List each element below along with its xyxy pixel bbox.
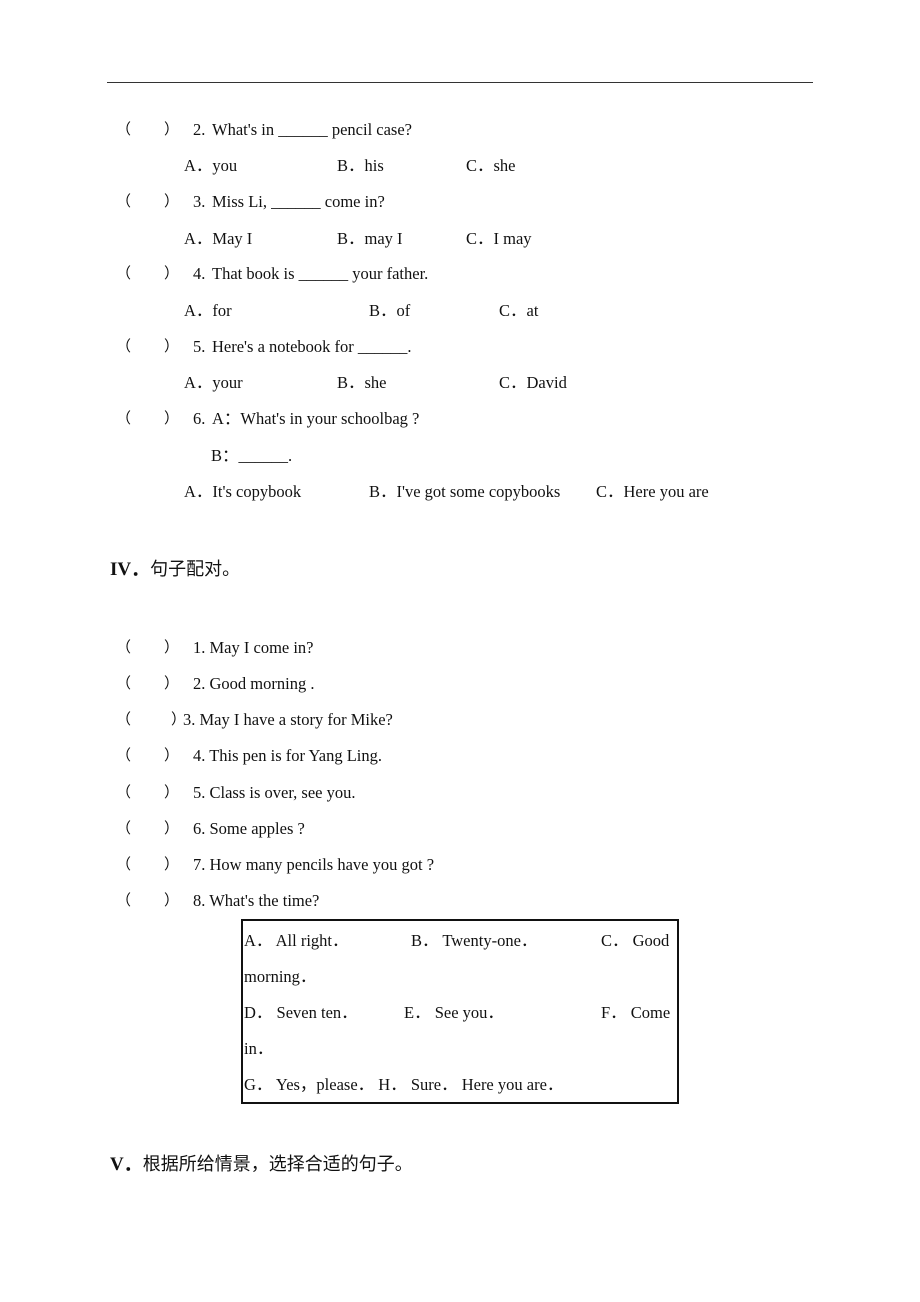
answer-option-b: B． Twenty-one． [411, 931, 538, 950]
section-number: V． [110, 1154, 143, 1175]
option-a: A．your [184, 373, 243, 392]
answer-bracket-open[interactable]: （ [116, 337, 131, 357]
option-a: A．It's copybook [184, 482, 302, 501]
answer-option-d: D． Seven ten． [244, 1003, 358, 1022]
answer-bracket-close: ） [164, 339, 180, 355]
answer-option-a: A． All right． [244, 931, 349, 950]
answer-option-c: C． Good [601, 931, 670, 950]
answer-bracket-open[interactable]: （ [116, 264, 131, 284]
section-4-heading: IV．句子配对。 [110, 560, 240, 580]
question-line2: B：______. [211, 446, 293, 465]
item-text: 8. What's the time? [193, 891, 320, 910]
section-title: 根据所给情景，选择合适的句子。 [142, 1154, 413, 1175]
answer-bracket-close: ） [164, 785, 180, 801]
answer-bracket-open[interactable]: （ [116, 674, 131, 694]
answer-bracket-close: ） [164, 640, 180, 656]
item-text: 5. Class is over, see you. [193, 783, 356, 802]
answer-bracket-open[interactable]: （ [116, 746, 131, 766]
option-b: B．I've got some copybooks [369, 482, 561, 501]
answer-bracket-open[interactable]: （ [116, 638, 131, 658]
answer-option-f: F． Come [601, 1003, 671, 1022]
question-text: Here's a notebook for ______. [212, 337, 412, 356]
answer-bracket-open[interactable]: （ [116, 855, 131, 875]
answer-option-e: E． See you． [404, 1003, 504, 1022]
option-b: B．may I [337, 229, 403, 248]
answer-bracket-open[interactable]: （ [116, 891, 131, 911]
answer-bracket-open[interactable]: （ [116, 819, 131, 839]
question-number: 3. [193, 192, 206, 211]
answer-bracket-close: ） [164, 857, 180, 873]
answer-bracket-close: ） [164, 893, 180, 909]
question-number: 4. [193, 264, 206, 283]
section-5-heading: V．根据所给情景，选择合适的句子。 [110, 1155, 413, 1175]
question-number: 2. [193, 120, 206, 139]
section-number: IV． [110, 559, 151, 580]
question-text: Miss Li, ______ come in? [212, 192, 385, 211]
option-c: C．at [499, 301, 539, 320]
answer-bracket-open[interactable]: （ [116, 120, 131, 140]
option-a: A．for [184, 301, 232, 320]
answer-bracket-open[interactable]: （ [116, 710, 131, 730]
option-a: A．May I [184, 229, 253, 248]
answer-bracket-close: ） [164, 122, 180, 138]
section-title: 句子配对。 [150, 559, 241, 580]
answer-bracket-open[interactable]: （ [116, 409, 131, 429]
option-b: B．his [337, 156, 384, 175]
item-text: 1. May I come in? [193, 638, 314, 657]
answer-bracket-close: ） [164, 748, 180, 764]
answer-option-c-cont: morning． [244, 967, 317, 986]
answer-option-g-h: G． Yes，please． H． Sure． Here you are． [244, 1075, 564, 1094]
answer-option-f-cont: in． [244, 1039, 274, 1058]
item-text: 6. Some apples ? [193, 819, 305, 838]
item-text: 4. This pen is for Yang Ling. [193, 746, 382, 765]
answer-bracket-open[interactable]: （ [116, 192, 131, 212]
question-text: What's in ______ pencil case? [212, 120, 412, 139]
option-b: B．of [369, 301, 411, 320]
item-text: 3. May I have a story for Mike? [183, 710, 393, 729]
question-number: 5. [193, 337, 206, 356]
option-c: C．David [499, 373, 567, 392]
answer-bracket-open[interactable]: （ [116, 783, 131, 803]
answer-bracket-close: ） [164, 676, 180, 692]
item-text: 7. How many pencils have you got ? [193, 855, 435, 874]
option-c: C．Here you are [596, 482, 709, 501]
answer-options-box: A． All right． B． Twenty-one． C． Good mor… [241, 919, 679, 1104]
item-text: 2. Good morning . [193, 674, 315, 693]
question-text: A：What's in your schoolbag ? [212, 409, 420, 428]
question-text: That book is ______ your father. [212, 264, 429, 283]
answer-bracket-close: ） [164, 194, 180, 210]
option-c: C．I may [466, 229, 532, 248]
answer-bracket-close: ） [164, 411, 180, 427]
option-c: C．she [466, 156, 516, 175]
header-rule [107, 82, 813, 83]
answer-bracket-close: ） [164, 266, 180, 282]
question-number: 6. [193, 409, 206, 428]
option-b: B．she [337, 373, 387, 392]
answer-bracket-close: ） [164, 821, 180, 837]
option-a: A．you [184, 156, 238, 175]
